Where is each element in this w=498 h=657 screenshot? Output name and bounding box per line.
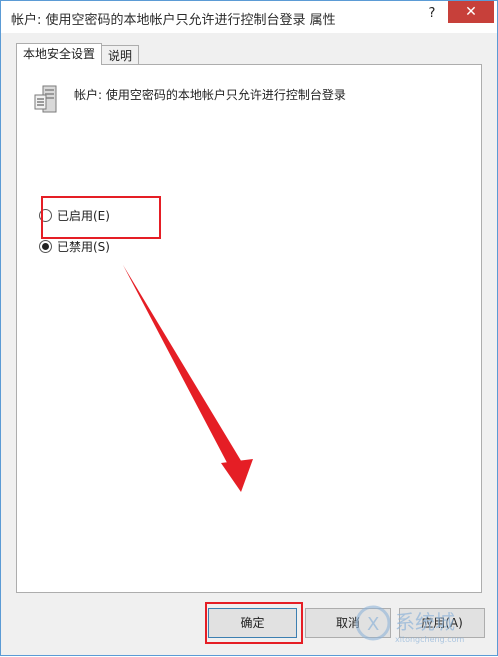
policy-title: 帐户: 使用空密码的本地帐户只允许进行控制台登录 bbox=[74, 88, 346, 102]
enabled-radio-option[interactable]: 已启用(E) bbox=[39, 207, 110, 224]
close-button[interactable]: ✕ bbox=[448, 1, 494, 23]
apply-button[interactable]: 应用(A) bbox=[399, 608, 485, 638]
tab-panel: 帐户: 使用空密码的本地帐户只允许进行控制台登录 已启用(E) 已禁用(S) bbox=[16, 64, 482, 593]
dialog-client-area: 本地安全设置 说明 帐户: 使用空密码的本地帐户只允许进行控制台登录 已启用(E… bbox=[1, 33, 497, 655]
enabled-radio[interactable] bbox=[39, 209, 52, 222]
disabled-radio[interactable] bbox=[39, 240, 52, 253]
disabled-radio-option[interactable]: 已禁用(S) bbox=[39, 238, 110, 255]
help-button[interactable]: ? bbox=[419, 3, 445, 25]
tab-local-security-setting[interactable]: 本地安全设置 bbox=[16, 43, 103, 65]
properties-dialog: 帐户: 使用空密码的本地帐户只允许进行控制台登录 属性 ? ✕ 本地安全设置 说… bbox=[0, 0, 498, 656]
cancel-button[interactable]: 取消 bbox=[305, 608, 391, 638]
title-bar: 帐户: 使用空密码的本地帐户只允许进行控制台登录 属性 ? ✕ bbox=[1, 1, 497, 33]
server-policy-icon bbox=[34, 85, 57, 113]
disabled-radio-label: 已禁用(S) bbox=[57, 240, 110, 254]
enabled-radio-label: 已启用(E) bbox=[57, 209, 110, 223]
tab-explain[interactable]: 说明 bbox=[101, 45, 140, 65]
window-title: 帐户: 使用空密码的本地帐户只允许进行控制台登录 属性 bbox=[11, 13, 336, 28]
ok-button[interactable]: 确定 bbox=[208, 608, 297, 638]
